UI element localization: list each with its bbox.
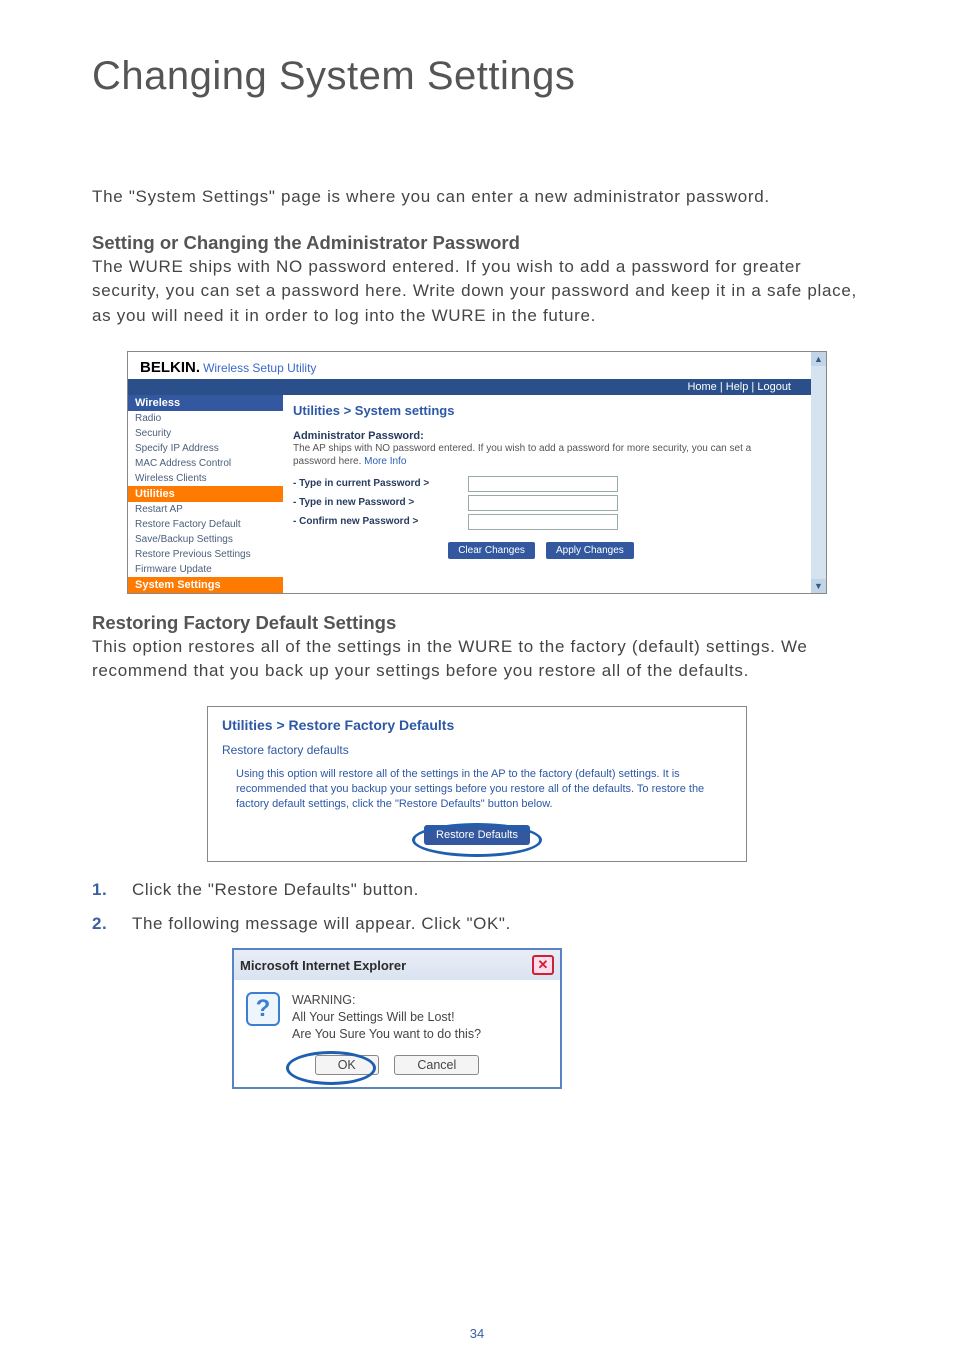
page-title: Changing System Settings [92, 54, 862, 99]
scroll-up-icon[interactable]: ▲ [811, 352, 826, 366]
step-number-1: 1. [92, 880, 132, 900]
nav-category-utilities[interactable]: Utilities [128, 486, 283, 502]
dialog-message: WARNING: All Your Settings Will be Lost!… [292, 992, 481, 1043]
nav-restore-previous[interactable]: Restore Previous Settings [128, 547, 283, 562]
scroll-down-icon[interactable]: ▼ [811, 579, 826, 593]
admin-password-desc: The AP ships with NO password entered. I… [293, 442, 789, 468]
nav-restore-factory[interactable]: Restore Factory Default [128, 517, 283, 532]
section2-heading: Restoring Factory Default Settings [92, 612, 862, 634]
section1-heading: Setting or Changing the Administrator Pa… [92, 232, 862, 254]
restore-subheading: Restore factory defaults [222, 743, 732, 757]
brand-logo: BELKIN. [140, 359, 200, 376]
section1-body: The WURE ships with NO password entered.… [92, 255, 862, 329]
nav-security[interactable]: Security [128, 426, 283, 441]
brand-subtitle: Wireless Setup Utility [203, 361, 316, 375]
input-confirm-password[interactable] [468, 514, 618, 530]
nav-category-wireless[interactable]: Wireless [128, 395, 283, 411]
breadcrumb: Utilities > System settings [293, 403, 789, 418]
top-nav-links[interactable]: Home | Help | Logout [128, 379, 811, 395]
step-number-2: 2. [92, 914, 132, 934]
apply-changes-button[interactable]: Apply Changes [546, 542, 634, 559]
restore-description: Using this option will restore all of th… [236, 767, 724, 812]
sidebar-nav: Wireless Radio Security Specify IP Addre… [128, 395, 283, 593]
more-info-link[interactable]: More Info [364, 456, 406, 467]
nav-mac-control[interactable]: MAC Address Control [128, 456, 283, 471]
admin-password-heading: Administrator Password: [293, 430, 789, 442]
step-text-1: Click the "Restore Defaults" button. [132, 880, 419, 900]
section2-body: This option restores all of the settings… [92, 635, 862, 684]
clear-changes-button[interactable]: Clear Changes [448, 542, 535, 559]
nav-specify-ip[interactable]: Specify IP Address [128, 441, 283, 456]
screenshot-warning-dialog: Microsoft Internet Explorer ✕ ? WARNING:… [232, 948, 562, 1089]
nav-save-backup[interactable]: Save/Backup Settings [128, 532, 283, 547]
label-current-password: - Type in current Password > [293, 478, 468, 489]
input-new-password[interactable] [468, 495, 618, 511]
dialog-title: Microsoft Internet Explorer [240, 958, 406, 973]
cancel-button[interactable]: Cancel [394, 1055, 479, 1075]
breadcrumb-restore: Utilities > Restore Factory Defaults [222, 717, 732, 733]
nav-firmware-update[interactable]: Firmware Update [128, 562, 283, 577]
page-number: 34 [0, 1326, 954, 1341]
label-confirm-password: - Confirm new Password > [293, 516, 468, 527]
nav-system-settings[interactable]: System Settings [128, 577, 283, 593]
step-text-2: The following message will appear. Click… [132, 914, 511, 934]
screenshot-system-settings: ▲ BELKIN. Wireless Setup Utility Home | … [127, 351, 827, 594]
label-new-password: - Type in new Password > [293, 497, 468, 508]
nav-wireless-clients[interactable]: Wireless Clients [128, 471, 283, 486]
nav-restart-ap[interactable]: Restart AP [128, 502, 283, 517]
intro-paragraph: The "System Settings" page is where you … [92, 185, 862, 210]
annotation-oval-ok [286, 1051, 376, 1085]
input-current-password[interactable] [468, 476, 618, 492]
question-icon: ? [246, 992, 280, 1026]
nav-radio[interactable]: Radio [128, 411, 283, 426]
close-icon[interactable]: ✕ [532, 955, 554, 975]
